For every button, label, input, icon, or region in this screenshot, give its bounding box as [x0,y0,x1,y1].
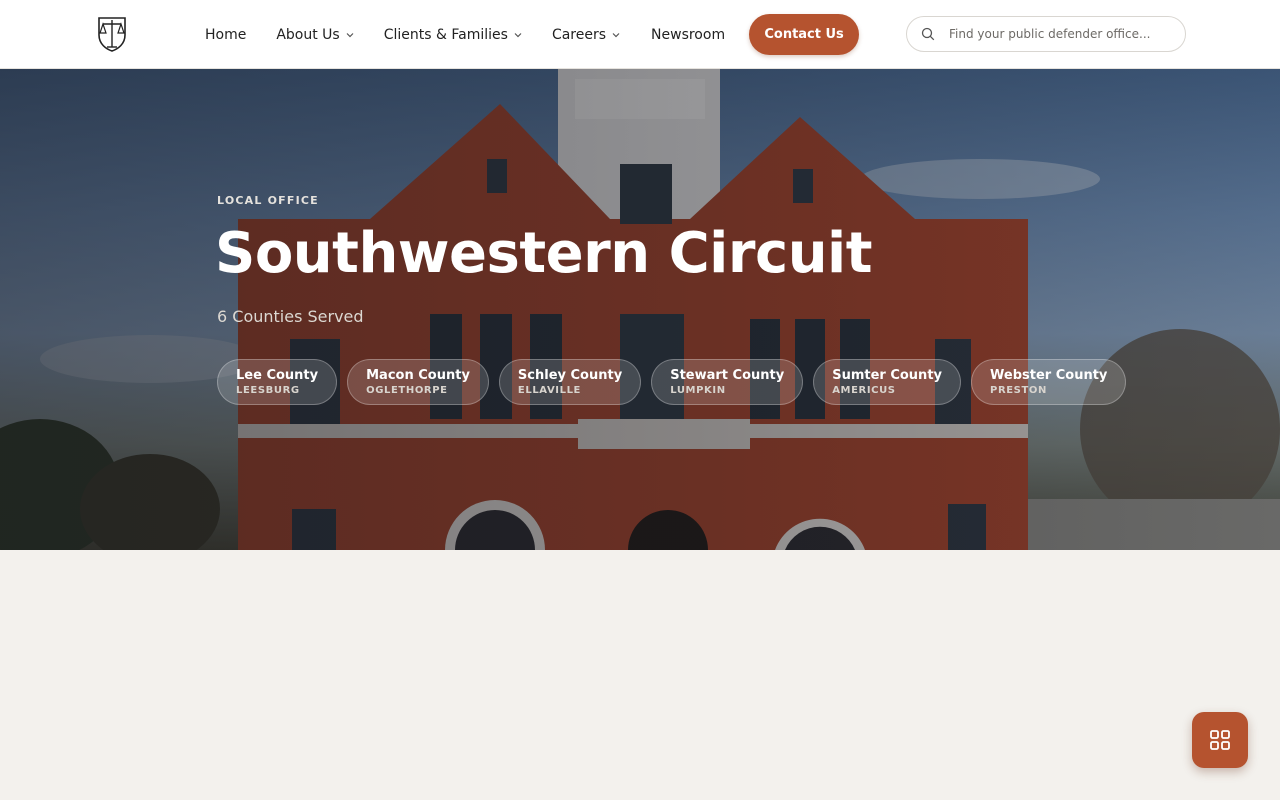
county-name: Webster County [990,368,1108,383]
county-pill-stewart[interactable]: Stewart County LUMPKIN [651,359,804,405]
hero-overlay [0,69,1280,550]
county-pill-schley[interactable]: Schley County ELLAVILLE [498,359,642,405]
county-seat: OGLETHORPE [366,385,448,396]
nav-clients-families-label: Clients & Families [383,26,508,43]
nav-newsroom[interactable]: Newsroom [651,27,725,43]
nav-newsroom-label: Newsroom [651,26,726,43]
nav-careers-label: Careers [551,26,607,43]
county-pill-macon[interactable]: Macon County OGLETHORPE [347,359,489,405]
county-seat: PRESTON [990,385,1047,396]
nav-clients-families[interactable]: Clients & Families [384,27,522,43]
county-name: Schley County [517,368,623,383]
quick-menu-button[interactable] [1192,712,1248,768]
office-search[interactable] [906,16,1186,52]
hero-banner: LOCAL OFFICE Southwestern Circuit 6 Coun… [0,69,1280,550]
page-title: Southwestern Circuit [215,221,873,286]
main-nav: Home About Us Clients & Families Careers… [205,0,860,69]
contact-us-button[interactable]: Contact Us [749,14,860,55]
nav-careers[interactable]: Careers [552,27,620,43]
nav-home[interactable]: Home [205,27,246,43]
search-input[interactable] [949,27,1169,41]
county-name: Sumter County [832,368,943,383]
county-pill-lee[interactable]: Lee County LEESBURG [217,359,338,405]
chevron-down-icon [346,32,354,37]
county-name: Lee County [236,368,319,383]
county-name: Macon County [366,368,470,383]
county-list: Lee County LEESBURG Macon County OGLETHO… [217,359,1136,405]
counties-served-count: 6 Counties Served [217,307,364,326]
chevron-down-icon [612,32,620,37]
chevron-down-icon [514,32,522,37]
county-seat: LUMPKIN [670,385,726,396]
site-header: Home About Us Clients & Families Careers… [0,0,1280,69]
nav-about-us[interactable]: About Us [276,26,354,43]
county-seat: AMERICUS [832,385,896,396]
county-pill-webster[interactable]: Webster County PRESTON [971,359,1127,405]
county-seat: LEESBURG [236,385,300,396]
grid-menu-icon [1210,730,1230,750]
county-name: Stewart County [670,368,785,383]
county-seat: ELLAVILLE [517,385,581,396]
search-icon [921,27,935,41]
nav-home-label: Home [205,26,247,43]
site-logo[interactable] [96,15,128,53]
hero-eyebrow: LOCAL OFFICE [217,194,319,207]
nav-about-us-label: About Us [276,26,340,43]
scales-of-justice-shield-icon [98,17,126,52]
county-pill-sumter[interactable]: Sumter County AMERICUS [813,359,962,405]
